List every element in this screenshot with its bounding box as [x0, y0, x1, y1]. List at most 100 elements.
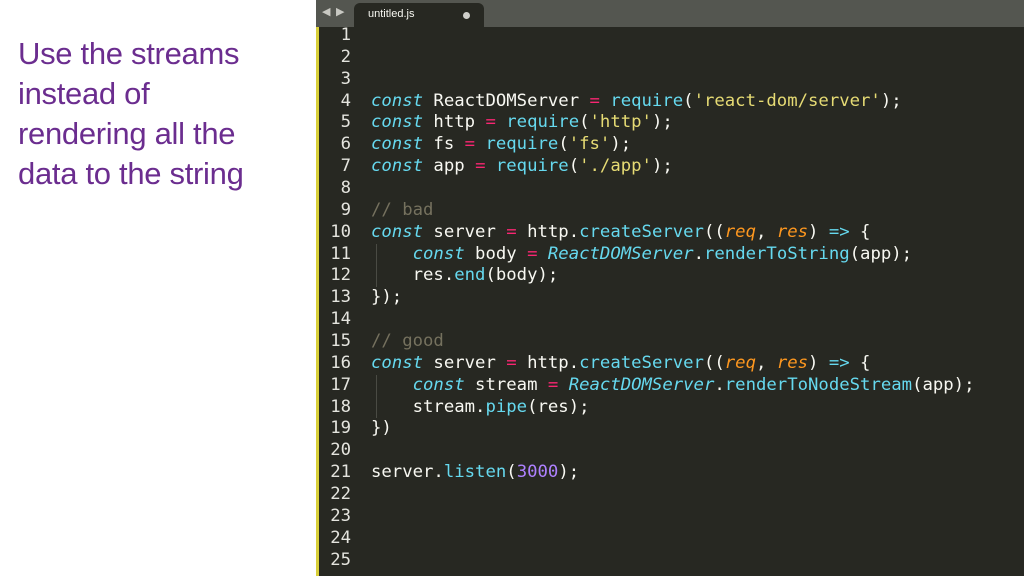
code-text: const fs = require('fs'); [371, 134, 631, 156]
code-token: const [371, 112, 424, 133]
line-number: 18 [330, 396, 351, 417]
code-line[interactable]: 14 [316, 309, 1024, 331]
code-token: ( [558, 134, 569, 155]
code-token: stream [464, 374, 548, 395]
code-token: (app); [912, 374, 975, 395]
code-area[interactable]: 1 2 3 4 const ReactDOMServer = require('reac… [316, 25, 1024, 571]
code-line[interactable]: 15 // good [316, 331, 1024, 353]
code-token: ) [808, 221, 829, 242]
code-token: = [506, 221, 517, 242]
code-token: './app' [579, 156, 652, 177]
code-token: ( [683, 90, 694, 111]
code-line[interactable]: 5 const http = require('http'); [316, 112, 1024, 134]
line-number: 22 [330, 484, 351, 505]
code-token: . [693, 243, 704, 264]
code-token: ) [808, 352, 829, 373]
code-token: = [589, 90, 600, 111]
code-token: pipe [485, 396, 528, 417]
unsaved-dot-icon[interactable] [463, 12, 470, 19]
code-line[interactable]: 1 [316, 25, 1024, 47]
code-token: 'react-dom/server' [693, 90, 881, 111]
code-line[interactable]: 13}); [316, 287, 1024, 309]
line-number: 6 [340, 134, 351, 155]
code-token: http. [516, 221, 580, 242]
code-line[interactable]: 25 [316, 550, 1024, 572]
code-token: res. [371, 265, 455, 286]
code-token: = [527, 243, 538, 264]
code-token: = [464, 134, 476, 155]
tab-untitled-js[interactable]: untitled.js [354, 3, 484, 27]
code-line[interactable]: 6 const fs = require('fs'); [316, 134, 1024, 156]
code-token: (( [703, 221, 725, 242]
code-line[interactable]: 11 const body = ReactDOMServer.renderToS… [316, 243, 1024, 266]
line-number: 17 [330, 374, 351, 395]
code-text: const http = require('http'); [371, 112, 673, 134]
code-token: renderToString [703, 243, 850, 264]
code-token: require [506, 112, 580, 133]
code-token: . [714, 374, 725, 395]
code-token: createServer [579, 221, 704, 242]
line-number: 12 [330, 265, 351, 286]
caption-line: Use the streams [18, 36, 240, 71]
code-token: // bad [371, 199, 434, 220]
code-token: fs [423, 134, 465, 155]
code-token: ReactDOMServer [423, 90, 590, 111]
code-token: ( [506, 462, 517, 483]
forward-arrow-icon[interactable]: ▶ [336, 5, 344, 18]
code-line[interactable]: 9 // bad [316, 200, 1024, 222]
line-number: 2 [340, 46, 351, 67]
slide-caption: Use the streams instead of rendering all… [18, 34, 298, 194]
code-token: { [849, 352, 871, 373]
code-token: renderToNodeStream [724, 374, 913, 395]
line-number: 16 [330, 352, 351, 373]
line-number: 11 [330, 243, 351, 264]
code-line[interactable]: 23 [316, 506, 1024, 528]
code-token: const [371, 156, 424, 177]
code-line[interactable]: 18 stream.pipe(res); [316, 396, 1024, 419]
line-number: 15 [330, 331, 351, 352]
code-token: => [828, 352, 850, 373]
code-line[interactable]: 16 const server = http.createServer((req,… [316, 353, 1024, 375]
code-token: http. [516, 352, 580, 373]
code-token: ); [880, 90, 902, 111]
code-line[interactable]: 4 const ReactDOMServer = require('react-d… [316, 91, 1024, 113]
code-token: req [724, 352, 756, 373]
code-token: = [547, 374, 559, 395]
code-token: ); [651, 156, 673, 177]
code-line[interactable]: 3 [316, 69, 1024, 91]
code-editor[interactable]: ◀ ▶ untitled.js 1 2 3 4 const ReactDOMServer… [316, 0, 1024, 576]
back-arrow-icon[interactable]: ◀ [322, 5, 330, 18]
code-token: (res); [527, 396, 590, 417]
line-number: 14 [330, 309, 351, 330]
code-token: ( [568, 156, 580, 177]
code-token: http [423, 112, 486, 133]
code-line[interactable]: 12 res.end(body); [316, 265, 1024, 288]
code-token: (( [703, 352, 725, 373]
line-number: 24 [330, 527, 351, 548]
code-line[interactable]: 24 [316, 528, 1024, 550]
code-token: const [371, 221, 424, 242]
line-number: 8 [340, 178, 351, 199]
code-line[interactable]: 21 server.listen(3000); [316, 462, 1024, 484]
code-token: server. [371, 462, 444, 483]
code-text: // bad [371, 200, 433, 222]
code-line[interactable]: 19}) [316, 418, 1024, 440]
code-line[interactable]: 8 [316, 178, 1024, 200]
code-line[interactable]: 20 [316, 440, 1024, 462]
code-line[interactable]: 7 const app = require('./app'); [316, 156, 1024, 178]
code-line[interactable]: 22 [316, 484, 1024, 506]
code-line[interactable]: 2 [316, 47, 1024, 69]
code-token: 3000 [516, 462, 559, 483]
code-token: , [756, 352, 777, 373]
line-number: 10 [330, 221, 351, 242]
code-line[interactable]: 17 const stream = ReactDOMServer.renderT… [316, 374, 1024, 397]
code-token: res [776, 352, 809, 373]
code-line[interactable]: 10 const server = http.createServer((req,… [316, 222, 1024, 244]
